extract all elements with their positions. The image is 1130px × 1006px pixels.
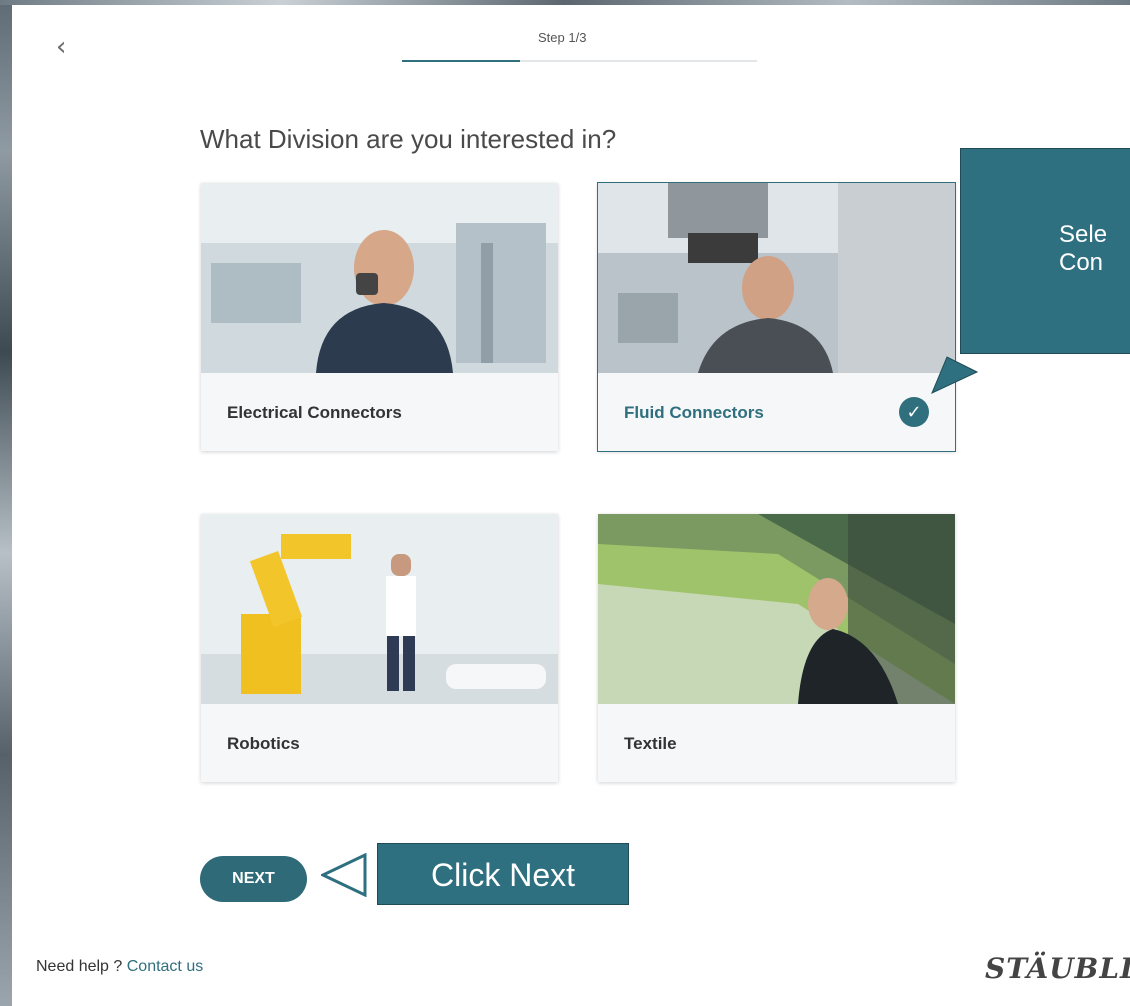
background-top-strip [0,0,1130,5]
step-progress-fill [402,60,521,62]
callout-line-2: Con [1059,249,1104,276]
select-callout: Sele Con [960,148,1130,354]
division-card-electrical[interactable]: Electrical Connectors [201,183,558,451]
page-question: What Division are you interested in? [200,124,617,154]
contact-us-link[interactable]: Contact us [127,958,203,975]
staubli-logo: STÄUBLI [985,952,1130,985]
division-card-textile[interactable]: Textile [598,514,955,782]
callout-pointer-icon [931,356,979,394]
division-card-fluid[interactable]: Fluid Connectors ✓ [597,182,956,452]
help-text: Need help ? Contact us [36,958,203,976]
fluid-connectors-image [598,183,955,373]
back-chevron-icon[interactable]: ‹ [56,32,82,62]
hint-arrow-icon [321,853,367,897]
background-strip [0,0,12,1006]
division-card-robotics[interactable]: Robotics [201,514,558,782]
division-label: Fluid Connectors [624,403,764,422]
check-circle-icon: ✓ [899,397,929,427]
robotics-image [201,514,558,704]
division-label: Textile [624,734,677,753]
callout-line-1: Sele [1059,221,1108,248]
division-label: Electrical Connectors [227,403,402,422]
electrical-connectors-image [201,183,558,373]
click-next-hint: Click Next [377,843,629,905]
textile-image [598,514,955,704]
division-label: Robotics [227,734,300,753]
step-progress-bar [402,60,757,62]
help-prefix: Need help ? [36,958,127,975]
next-button[interactable]: NEXT [200,856,307,902]
step-indicator: Step 1/3 [538,30,587,45]
